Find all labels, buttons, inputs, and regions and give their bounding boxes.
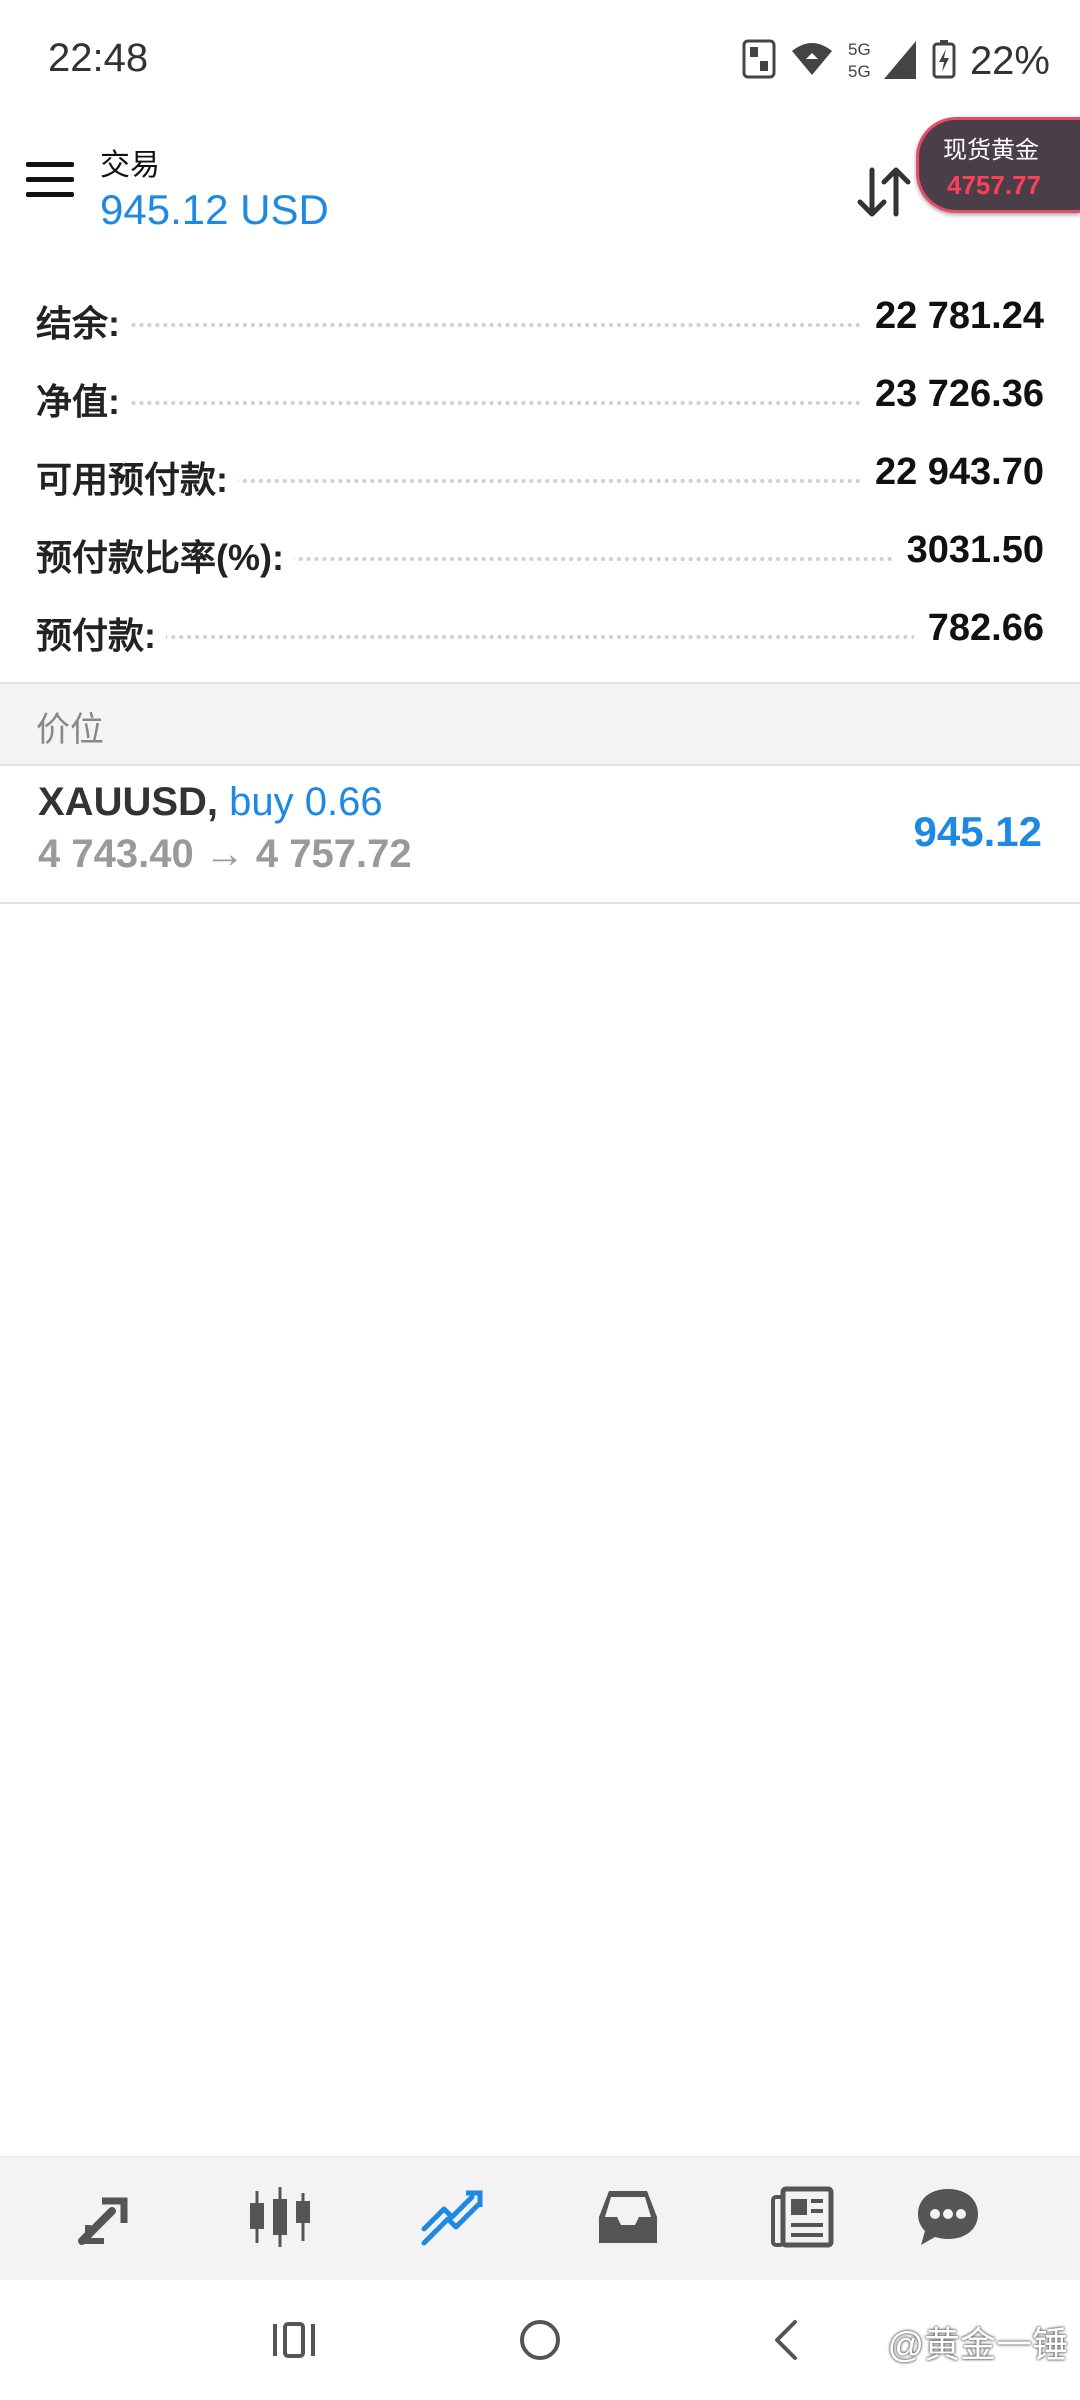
dotted-leader [36, 635, 1044, 639]
position-symbol-line: XAUUSD, buy 0.66 [38, 780, 383, 825]
position-symbol: XAUUSD, [38, 780, 219, 824]
sort-icon[interactable] [852, 160, 916, 224]
gold-price-widget[interactable]: 现货黄金 4757.77 [916, 117, 1080, 213]
history-icon [595, 2187, 661, 2252]
back-icon[interactable] [756, 2310, 816, 2370]
signal-5g-icon: 5G 5G [848, 37, 918, 86]
position-row[interactable]: XAUUSD, buy 0.66 4 743.40 → 4 757.72 945… [0, 764, 1080, 904]
hamburger-icon[interactable] [26, 162, 74, 210]
account-row-margin-level: 预付款比率(%): 3031.50 [0, 519, 1080, 597]
bottom-tab-bar [0, 2156, 1080, 2281]
account-summary: 结余: 22 781.24 净值: 23 726.36 可用预付款: 22 94… [0, 285, 1080, 675]
gold-widget-price: 4757.77 [947, 170, 1041, 200]
status-bar: 22:48 5G 5G 22% [0, 0, 1080, 110]
battery-percent: 22% [969, 38, 1050, 83]
account-row-margin: 预付款: 782.66 [0, 597, 1080, 675]
status-icons: 5G 5G 22% [742, 36, 1050, 86]
watermark-text: @黄金一锤 [887, 2324, 1068, 2365]
gold-widget-label: 现货黄金 [943, 137, 1039, 164]
nfc-icon [742, 39, 776, 84]
tab-trade[interactable] [412, 2181, 492, 2257]
chart-icon [245, 2185, 315, 2254]
free-margin-label: 可用预付款: [36, 451, 238, 503]
position-side: buy 0.66 [229, 780, 383, 824]
equity-value: 23 726.36 [860, 373, 1044, 416]
chat-icon [915, 2185, 981, 2254]
battery-charging-icon [932, 39, 956, 84]
balance-label: 结余: [36, 295, 130, 347]
svg-text:5G: 5G [848, 62, 871, 81]
news-icon [769, 2185, 835, 2254]
balance-value: 22 781.24 [860, 295, 1044, 338]
positions-section-header: 价位 [0, 682, 1080, 766]
tab-chart[interactable] [240, 2181, 320, 2257]
section-title: 价位 [36, 711, 104, 749]
recent-apps-icon[interactable] [264, 2310, 324, 2370]
system-nav-bar: @黄金一锤 [0, 2280, 1080, 2400]
svg-text:5G: 5G [848, 40, 871, 59]
account-row-balance: 结余: 22 781.24 [0, 285, 1080, 363]
tab-history[interactable] [588, 2181, 668, 2257]
position-profit: 945.12 [913, 808, 1042, 855]
tab-chat[interactable] [908, 2181, 988, 2257]
margin-label: 预付款: [36, 607, 166, 659]
tab-news[interactable] [762, 2181, 842, 2257]
wifi-icon [790, 41, 834, 82]
trade-icon [418, 2185, 486, 2254]
margin-level-label: 预付款比率(%): [36, 529, 294, 581]
tab-quotes[interactable] [66, 2181, 146, 2257]
free-margin-value: 22 943.70 [860, 451, 1044, 494]
equity-label: 净值: [36, 373, 130, 425]
margin-level-value: 3031.50 [892, 529, 1044, 572]
margin-value: 782.66 [913, 607, 1044, 650]
quotes-icon [74, 2185, 138, 2254]
position-prices: 4 743.40 → 4 757.72 [38, 832, 412, 876]
status-time: 22:48 [48, 36, 149, 80]
account-row-equity: 净值: 23 726.36 [0, 363, 1080, 441]
header-balance: 945.12 USD [100, 186, 329, 233]
account-row-free-margin: 可用预付款: 22 943.70 [0, 441, 1080, 519]
page-title: 交易 [100, 149, 160, 182]
home-icon[interactable] [510, 2310, 570, 2370]
